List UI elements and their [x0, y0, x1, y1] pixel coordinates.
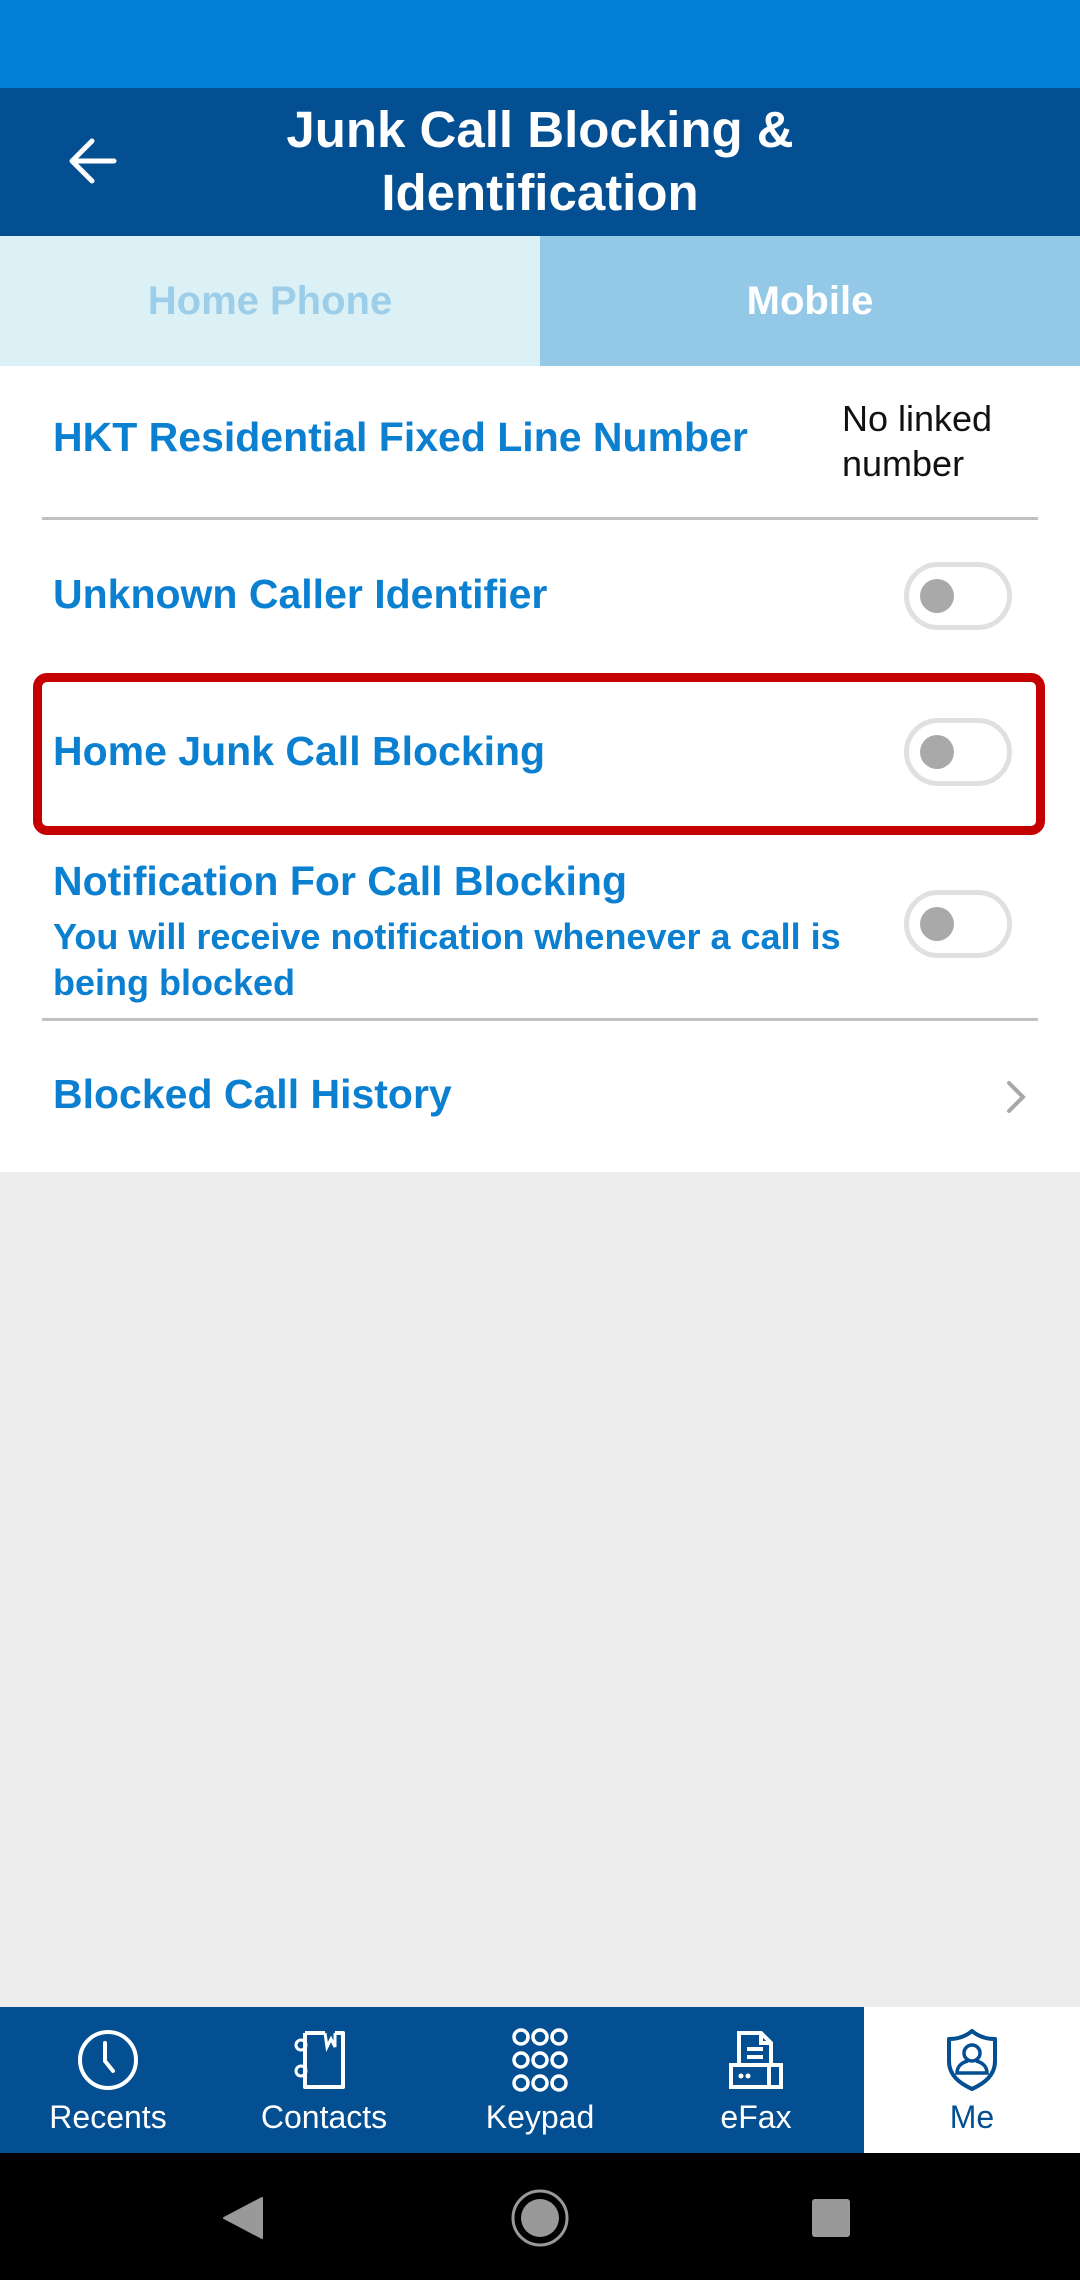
unknown-caller-row: Unknown Caller Identifier	[0, 518, 1080, 673]
notification-label: Notification For Call Blocking	[53, 858, 628, 904]
toggle-knob	[920, 907, 954, 941]
blocked-call-history-label: Blocked Call History	[53, 1071, 452, 1117]
blocked-call-history-row[interactable]: Blocked Call History	[0, 1015, 1080, 1172]
chevron-right-icon	[1007, 1081, 1026, 1113]
toggle-knob	[920, 735, 954, 769]
fixed-line-label: HKT Residential Fixed Line Number	[53, 414, 748, 460]
keypad-icon	[512, 2028, 568, 2092]
nav-label: Me	[949, 2099, 995, 2135]
page-title: Junk Call Blocking & Identification	[286, 101, 794, 221]
tab-bar: Home Phone Mobile	[0, 236, 1080, 366]
home-circle-icon[interactable]	[510, 2188, 570, 2248]
nav-label: eFax	[720, 2099, 792, 2135]
tab-home-phone[interactable]: Home Phone	[0, 236, 540, 366]
fixed-line-value: No linked number	[842, 398, 993, 484]
contacts-book-icon	[294, 2031, 345, 2089]
status-bar	[0, 0, 1080, 88]
notification-description: You will receive notification whenever a…	[53, 916, 841, 1003]
home-junk-blocking-label: Home Junk Call Blocking	[53, 728, 546, 774]
clock-icon	[78, 2030, 138, 2090]
bottom-nav: Recents Contacts Keypad eFax Me	[0, 2007, 1080, 2153]
system-nav-bar	[0, 2153, 1080, 2280]
fixed-line-row: HKT Residential Fixed Line Number No lin…	[0, 366, 1080, 518]
nav-efax[interactable]: eFax	[648, 2007, 864, 2153]
app-header: Junk Call Blocking & Identification	[0, 88, 1080, 236]
tab-mobile[interactable]: Mobile	[540, 236, 1080, 366]
back-button[interactable]	[58, 126, 128, 196]
nav-contacts[interactable]: Contacts	[216, 2007, 432, 2153]
home-junk-blocking-toggle[interactable]	[904, 718, 1012, 786]
nav-me[interactable]: Me	[864, 2007, 1080, 2153]
nav-label: Keypad	[485, 2099, 595, 2135]
nav-recents[interactable]: Recents	[0, 2007, 216, 2153]
notification-row: Notification For Call Blocking You will …	[0, 828, 1080, 1012]
notification-toggle[interactable]	[904, 890, 1012, 958]
arrow-left-icon	[69, 138, 117, 184]
nav-label: Recents	[49, 2099, 167, 2135]
unknown-caller-toggle[interactable]	[904, 562, 1012, 630]
unknown-caller-label: Unknown Caller Identifier	[53, 571, 548, 617]
settings-list: HKT Residential Fixed Line Number No lin…	[0, 366, 1080, 1172]
home-junk-blocking-row: Home Junk Call Blocking	[0, 673, 1080, 828]
nav-keypad[interactable]: Keypad	[432, 2007, 648, 2153]
back-triangle-icon[interactable]	[222, 2196, 264, 2240]
recents-square-icon[interactable]	[811, 2198, 851, 2238]
fax-icon	[729, 2031, 783, 2089]
toggle-knob	[920, 579, 954, 613]
shield-user-icon	[947, 2029, 997, 2091]
nav-label: Contacts	[260, 2099, 388, 2135]
